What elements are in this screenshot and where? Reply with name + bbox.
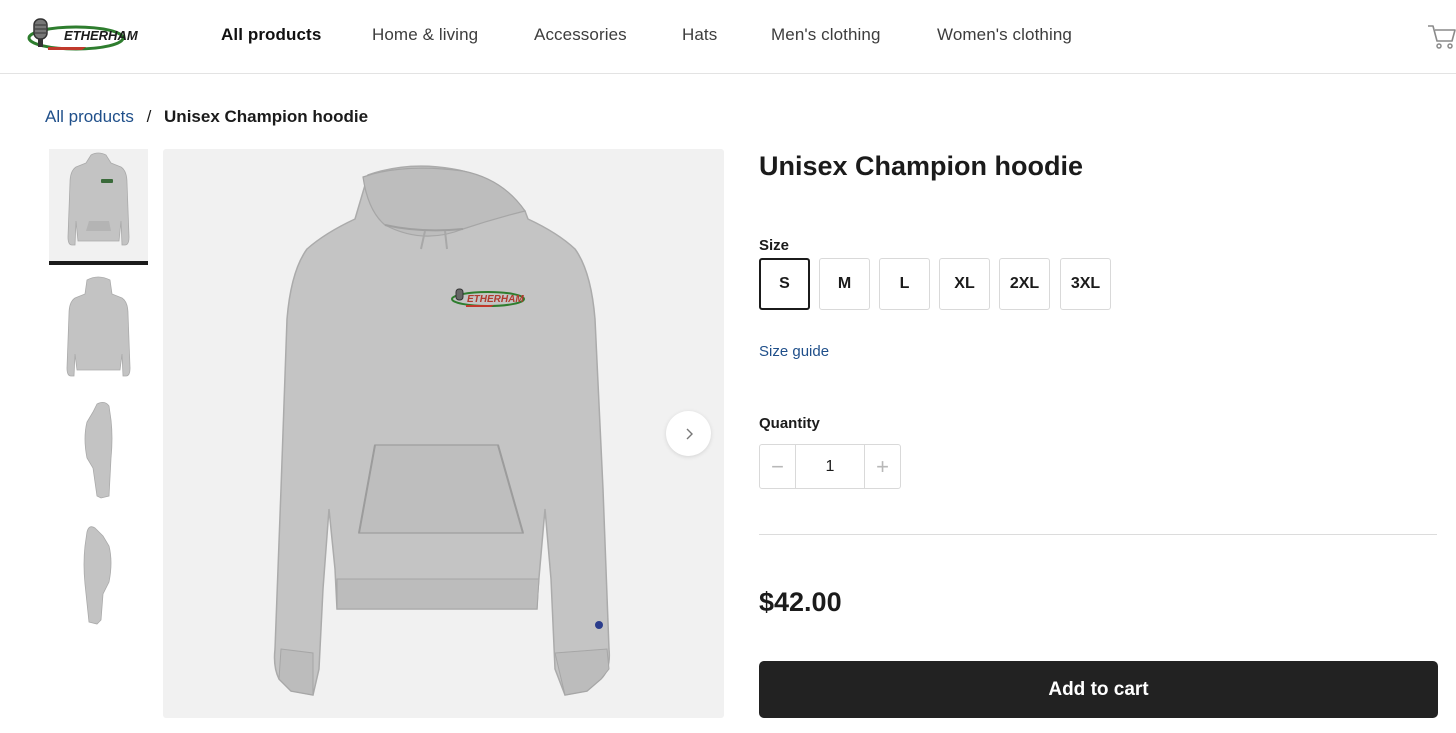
size-label: Size: [759, 237, 790, 254]
size-option-xl[interactable]: XL: [939, 258, 990, 310]
quantity-stepper: − 1 +: [759, 444, 901, 489]
svg-text:ETHERHAM: ETHERHAM: [64, 28, 139, 43]
quantity-label: Quantity: [759, 415, 820, 432]
nav-home-living[interactable]: Home & living: [372, 25, 478, 45]
size-guide-link[interactable]: Size guide: [759, 343, 829, 360]
product-price: $42.00: [759, 587, 842, 617]
thumbnail-right-side[interactable]: [49, 522, 148, 634]
product-main-image: ETHERHAM: [163, 149, 724, 718]
shopping-cart-icon[interactable]: [1426, 22, 1456, 50]
nav-all-products[interactable]: All products: [221, 25, 321, 45]
size-option-2xl[interactable]: 2XL: [999, 258, 1050, 310]
breadcrumb-current: Unisex Champion hoodie: [164, 107, 369, 126]
quantity-increase-button[interactable]: +: [864, 445, 900, 488]
quantity-decrease-button[interactable]: −: [760, 445, 796, 488]
breadcrumb: All products / Unisex Champion hoodie: [45, 107, 368, 127]
size-option-3xl[interactable]: 3XL: [1060, 258, 1111, 310]
svg-text:ETHERHAM: ETHERHAM: [467, 294, 524, 305]
nav-accessories[interactable]: Accessories: [534, 25, 627, 45]
thumbnail-back[interactable]: [49, 274, 148, 386]
divider: [759, 534, 1437, 535]
size-option-s[interactable]: S: [759, 258, 810, 310]
nav-womens-clothing[interactable]: Women's clothing: [937, 25, 1072, 45]
site-header: ETHERHAM All products Home & living Acce…: [0, 0, 1456, 74]
size-option-l[interactable]: L: [879, 258, 930, 310]
chevron-right-icon: [686, 428, 693, 439]
etherham-logo[interactable]: ETHERHAM: [26, 16, 142, 54]
thumbnail-left-side[interactable]: [49, 398, 148, 510]
thumbnail-front[interactable]: [49, 149, 148, 261]
breadcrumb-all-products[interactable]: All products: [45, 107, 134, 126]
breadcrumb-separator: /: [146, 107, 152, 126]
quantity-input[interactable]: 1: [796, 445, 864, 488]
next-image-button[interactable]: [666, 411, 711, 456]
nav-hats[interactable]: Hats: [682, 25, 717, 45]
product-title: Unisex Champion hoodie: [759, 151, 1084, 181]
nav-mens-clothing[interactable]: Men's clothing: [771, 25, 881, 45]
hoodie-image: ETHERHAM: [273, 165, 611, 696]
size-option-m[interactable]: M: [819, 258, 870, 310]
thumbnail-selected-indicator: [49, 261, 148, 265]
add-to-cart-button[interactable]: Add to cart: [759, 661, 1438, 718]
